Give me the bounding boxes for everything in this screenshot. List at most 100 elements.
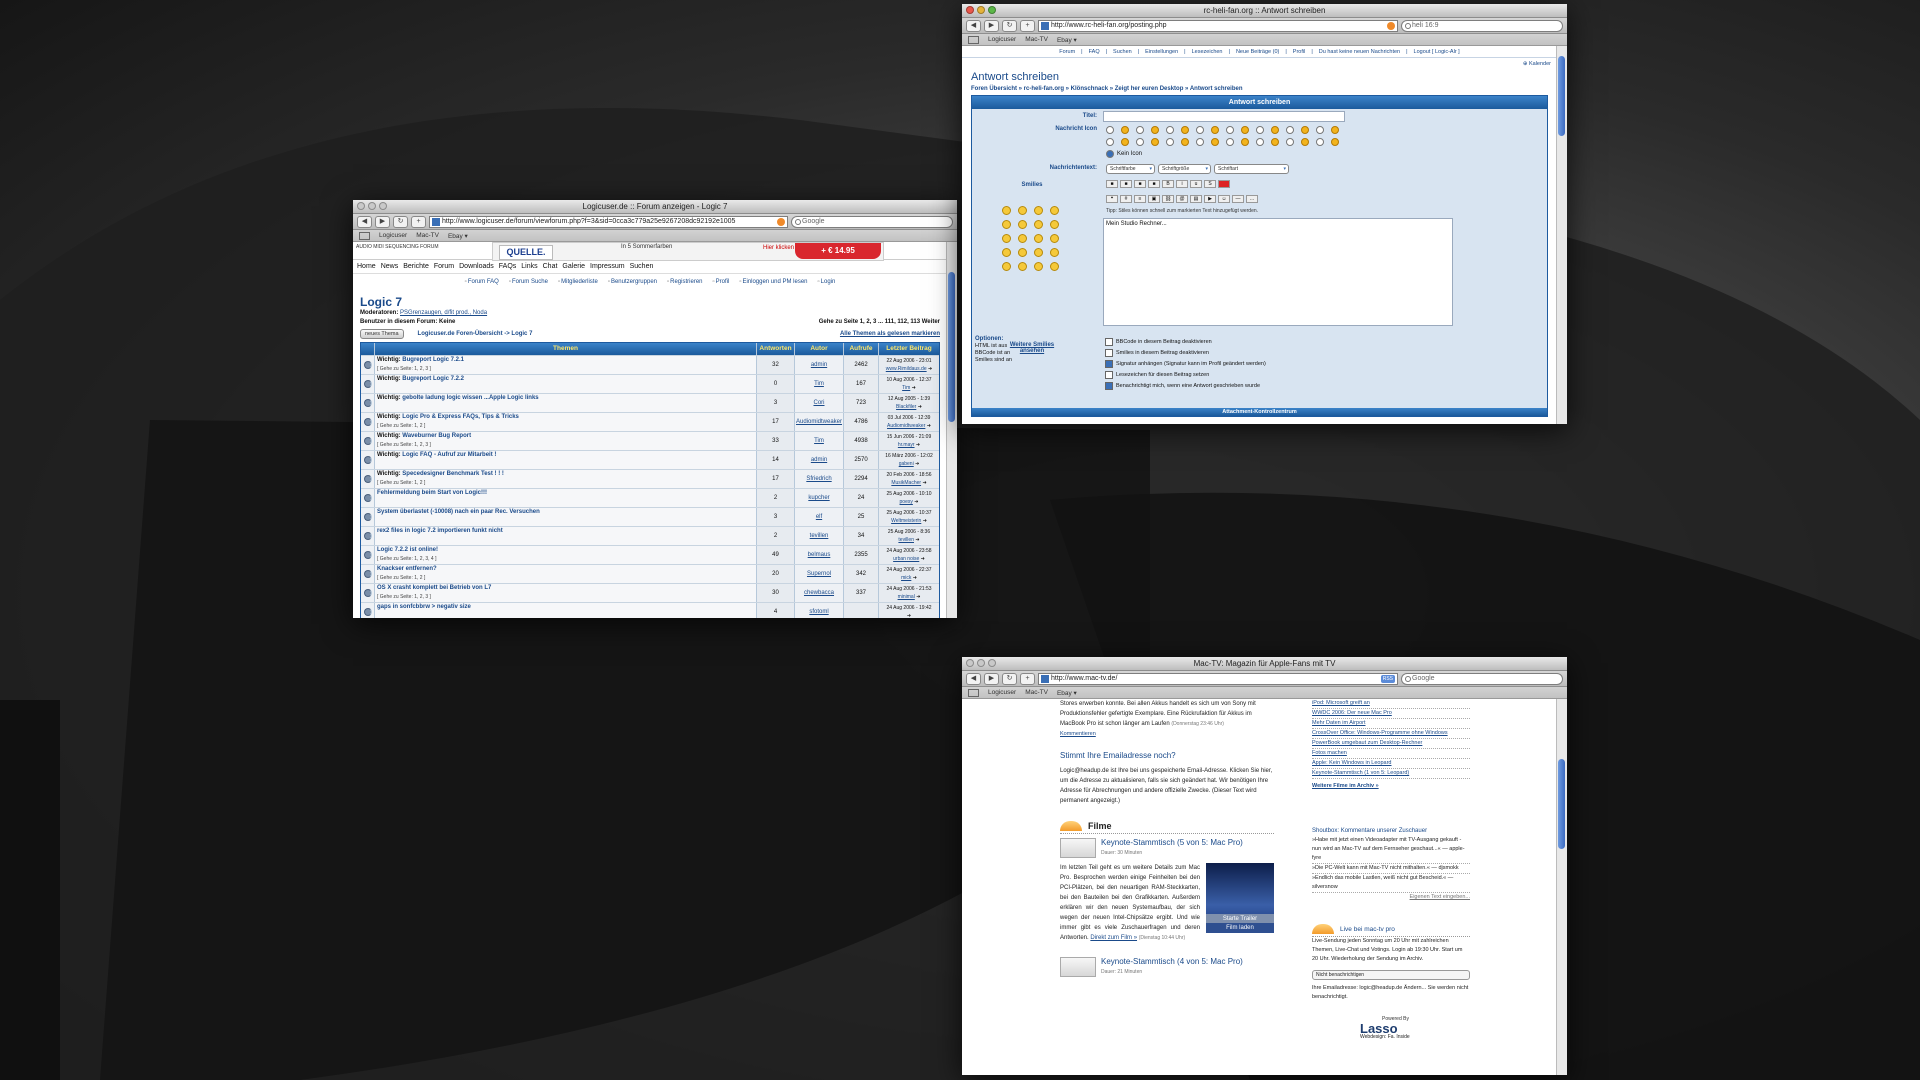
film-list-item[interactable]: iPod: Microsoft greift an bbox=[1312, 699, 1470, 709]
author-link[interactable]: belmaus bbox=[795, 546, 844, 564]
forum-title[interactable]: Logic 7 bbox=[353, 289, 947, 309]
message-icon-option[interactable] bbox=[1121, 126, 1129, 134]
radio-icon[interactable] bbox=[1256, 126, 1264, 134]
back-button[interactable]: ◀ bbox=[966, 672, 981, 685]
italic-button[interactable]: i bbox=[1176, 180, 1188, 188]
message-icon-option[interactable] bbox=[1121, 138, 1129, 146]
message-icon-option[interactable] bbox=[1241, 126, 1249, 134]
smiley-icon[interactable] bbox=[1034, 234, 1043, 243]
bookmarks-book-icon[interactable] bbox=[359, 231, 370, 240]
search-field[interactable]: Google bbox=[1401, 672, 1563, 685]
bookmark-mactv[interactable]: Mac-TV bbox=[1025, 36, 1048, 43]
smiley-icon[interactable] bbox=[1002, 234, 1011, 243]
author-link[interactable]: kupcher bbox=[795, 489, 844, 507]
nav-galerie[interactable]: Galerie bbox=[562, 263, 585, 270]
radio-icon[interactable] bbox=[1166, 138, 1174, 146]
topic-link[interactable]: Logic Pro & Express FAQs, Tips & Tricks bbox=[402, 414, 519, 420]
nav-suchen[interactable]: Suchen bbox=[630, 263, 654, 270]
breadcrumb[interactable]: Foren Übersicht » rc-heli-fan.org » Klön… bbox=[962, 83, 1557, 95]
underline-button[interactable]: u bbox=[1190, 180, 1202, 188]
message-icon-option[interactable] bbox=[1241, 138, 1249, 146]
message-icon-option[interactable] bbox=[1151, 126, 1159, 134]
subnav-register[interactable]: Registrieren bbox=[667, 279, 702, 285]
subnav-groups[interactable]: Benutzergruppen bbox=[608, 279, 657, 285]
bookmarks-book-icon[interactable] bbox=[968, 688, 979, 697]
calendar-link[interactable]: ⊕ Kalender bbox=[962, 58, 1557, 67]
load-film-button[interactable]: Film laden bbox=[1206, 923, 1274, 933]
tab-lesezeichen[interactable]: Lesezeichen bbox=[1192, 49, 1223, 55]
align-right-button[interactable]: ■ bbox=[1134, 180, 1146, 188]
topic-pages[interactable]: [ Gehe zu Seite: 1, 2 ] bbox=[377, 575, 425, 581]
tab-suchen[interactable]: Suchen bbox=[1113, 49, 1132, 55]
checkbox-checked[interactable] bbox=[1105, 381, 1113, 390]
tab-logout[interactable]: Logout [ Logic-Alr ] bbox=[1414, 49, 1460, 55]
add-bookmark-button[interactable]: + bbox=[1020, 672, 1035, 685]
link-button[interactable]: ⛓ bbox=[1162, 195, 1174, 203]
video-button[interactable]: ▶ bbox=[1204, 195, 1216, 203]
title-input[interactable] bbox=[1103, 111, 1345, 122]
author-link[interactable]: Cori bbox=[795, 394, 844, 412]
email-button[interactable]: @ bbox=[1176, 195, 1188, 203]
radio-icon[interactable] bbox=[1166, 126, 1174, 134]
topic-link[interactable]: Bugreport Logic 7.2.2 bbox=[402, 376, 464, 382]
author-link[interactable]: Tim bbox=[795, 432, 844, 450]
message-textarea[interactable]: Mein Studio Rechner... bbox=[1103, 218, 1453, 326]
message-icon-option[interactable] bbox=[1331, 126, 1339, 134]
radio-icon[interactable] bbox=[1136, 138, 1144, 146]
author-link[interactable]: admin bbox=[795, 356, 844, 374]
no-icon-option[interactable]: Kein Icon bbox=[1106, 150, 1142, 158]
last-post-arrow-icon[interactable]: ➜ bbox=[916, 594, 920, 600]
topic-pages[interactable]: [ Gehe zu Seite: 1, 2, 3 ] bbox=[377, 594, 431, 600]
last-post-arrow-icon[interactable]: ➜ bbox=[912, 385, 916, 391]
radio-icon[interactable] bbox=[1196, 138, 1204, 146]
author-link[interactable]: Sfriedrich bbox=[795, 470, 844, 488]
film-list-item[interactable]: Keynote-Stammtisch (1 von 5: Leopard) bbox=[1312, 769, 1470, 779]
author-link[interactable]: Tim bbox=[795, 375, 844, 393]
list-button[interactable]: ≡ bbox=[1134, 195, 1146, 203]
message-icon-option[interactable] bbox=[1151, 138, 1159, 146]
forward-button[interactable]: ▶ bbox=[375, 215, 390, 228]
message-icon-option[interactable] bbox=[1181, 126, 1189, 134]
topic-link[interactable]: gebolte ladung logic wissen ...Apple Log… bbox=[402, 395, 538, 401]
add-bookmark-button[interactable]: + bbox=[411, 215, 426, 228]
address-bar[interactable]: http://www.logicuser.de/forum/viewforum.… bbox=[429, 215, 788, 228]
reload-button[interactable]: ↻ bbox=[393, 215, 408, 228]
forward-button[interactable]: ▶ bbox=[984, 672, 999, 685]
option-attach-signature[interactable]: Signatur anhängen (Signatur kann im Prof… bbox=[1105, 358, 1266, 369]
option-disable-smilies[interactable]: Smilies in diesem Beitrag deaktivieren bbox=[1105, 347, 1266, 358]
radio-icon[interactable] bbox=[1106, 138, 1114, 146]
tab-einstellungen[interactable]: Einstellungen bbox=[1145, 49, 1178, 55]
checkbox-checked[interactable] bbox=[1105, 359, 1113, 368]
author-link[interactable]: Audiomidtweaker bbox=[795, 413, 844, 431]
tab-nachrichten[interactable]: Du hast keine neuen Nachrichten bbox=[1319, 49, 1400, 55]
mark-all-read-link[interactable]: Alle Themen als gelesen markieren bbox=[840, 331, 940, 337]
message-icon-option[interactable] bbox=[1211, 138, 1219, 146]
smiley-icon[interactable] bbox=[1050, 262, 1059, 271]
font-color-select[interactable]: Schriftfarbe bbox=[1106, 164, 1155, 174]
radio-icon[interactable] bbox=[1226, 126, 1234, 134]
last-post-author[interactable]: mick bbox=[901, 575, 911, 581]
notify-select[interactable]: Nicht benachrichtigen bbox=[1312, 970, 1470, 980]
zoom-icon[interactable] bbox=[988, 659, 996, 667]
rss-icon[interactable]: RSS bbox=[1380, 674, 1395, 683]
message-icon-option[interactable] bbox=[1271, 138, 1279, 146]
close-icon[interactable] bbox=[966, 659, 974, 667]
smiley-icon[interactable] bbox=[1002, 262, 1011, 271]
topic-link[interactable]: Knackser entfernen? bbox=[377, 566, 437, 572]
hr-button[interactable]: — bbox=[1232, 195, 1244, 203]
smiley-icon[interactable] bbox=[1034, 248, 1043, 257]
last-post-arrow-icon[interactable]: ➜ bbox=[922, 480, 926, 486]
new-topic-button[interactable]: neues Thema bbox=[360, 329, 404, 339]
nav-links[interactable]: Links bbox=[521, 263, 537, 270]
message-icon-option[interactable] bbox=[1331, 138, 1339, 146]
radio-icon[interactable] bbox=[1136, 126, 1144, 134]
film-title[interactable]: Keynote-Stammtisch (4 von 5: Mac Pro) bbox=[1101, 957, 1243, 967]
topic-link[interactable]: Logic 7.2.2 ist online! bbox=[377, 547, 438, 553]
smiley-icon[interactable] bbox=[1050, 206, 1059, 215]
bookmark-ebay[interactable]: Ebay ▾ bbox=[1057, 689, 1077, 697]
browser-window-mactv[interactable]: Mac-TV: Magazin für Apple-Fans mit TV ◀ … bbox=[962, 657, 1567, 1075]
scroll-thumb[interactable] bbox=[948, 272, 955, 422]
topic-pages[interactable]: [ Gehe zu Seite: 1, 2, 3 ] bbox=[377, 366, 431, 372]
topic-pages[interactable]: [ Gehe zu Seite: 1, 2 ] bbox=[377, 480, 425, 486]
align-left-button[interactable]: ■ bbox=[1106, 180, 1118, 188]
